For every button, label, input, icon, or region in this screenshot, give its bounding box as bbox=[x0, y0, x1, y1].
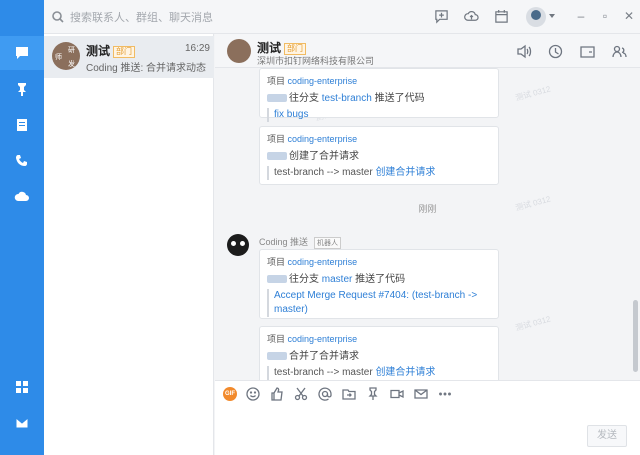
project-line: 项目 coding-enterprise bbox=[267, 334, 358, 344]
input-area: GIF 发送 bbox=[215, 380, 640, 455]
conversation-list: 研 师 发 测试 部门 16:29 Coding 推送: 合并请求动态 bbox=[44, 34, 214, 455]
group-avatar: 研 师 发 bbox=[52, 42, 80, 70]
project-link[interactable]: coding-enterprise bbox=[288, 334, 358, 344]
conversation-preview: Coding 推送: 合并请求动态 bbox=[86, 63, 207, 74]
chat-icon[interactable] bbox=[0, 36, 44, 70]
time-separator: 刚刚 bbox=[418, 204, 437, 214]
scissors-icon[interactable] bbox=[294, 387, 308, 401]
message-card: 项目 coding-enterprise 往分支 master 推送了代码 Ac… bbox=[259, 249, 499, 319]
merge-request-link[interactable]: 创建合并请求 bbox=[375, 367, 435, 378]
message-area: 测试 0312 测试 0312 测试 0312 测试 0312 项目 codin… bbox=[215, 68, 640, 380]
folder-icon[interactable] bbox=[342, 387, 356, 401]
upload-cloud-icon[interactable] bbox=[464, 9, 480, 25]
message-card: 项目 coding-enterprise 往分支 test-branch 推送了… bbox=[259, 68, 499, 122]
action-line: 合并了合并请求 bbox=[267, 347, 491, 362]
action-line: 往分支 test-branch 推送了代码 bbox=[267, 89, 491, 104]
history-icon[interactable] bbox=[547, 43, 564, 60]
maximize-icon[interactable]: ▫ bbox=[598, 9, 612, 23]
watermark: 测试 0312 bbox=[514, 314, 552, 333]
project-link[interactable]: coding-enterprise bbox=[288, 134, 358, 144]
watermark: 测试 0312 bbox=[514, 84, 552, 103]
conversation-item[interactable]: 研 师 发 测试 部门 16:29 Coding 推送: 合并请求动态 bbox=[44, 36, 214, 78]
commit-link[interactable]: Accept Merge Request #7404: (test-branch… bbox=[274, 290, 477, 315]
pin-icon[interactable] bbox=[0, 72, 44, 106]
project-line: 项目 coding-enterprise bbox=[267, 76, 358, 86]
like-icon[interactable] bbox=[270, 387, 284, 401]
project-line: 项目 coding-enterprise bbox=[267, 257, 358, 267]
pin-message-icon[interactable] bbox=[366, 387, 380, 401]
search-placeholder: 搜索联系人、群组、聊天消息 bbox=[70, 12, 213, 24]
bot-tag: 机器人 bbox=[314, 237, 342, 249]
video-icon[interactable] bbox=[390, 387, 404, 401]
calendar-icon[interactable] bbox=[494, 9, 510, 25]
phone-icon[interactable] bbox=[0, 144, 44, 178]
apps-icon[interactable] bbox=[0, 370, 44, 404]
add-chat-icon[interactable] bbox=[434, 9, 450, 25]
search-input[interactable]: 搜索联系人、群组、聊天消息 bbox=[52, 8, 262, 26]
message-card: 项目 coding-enterprise 合并了合并请求 test-branch… bbox=[259, 326, 499, 380]
action-line: 往分支 master 推送了代码 bbox=[267, 270, 491, 285]
members-icon[interactable] bbox=[611, 43, 628, 60]
gif-icon[interactable]: GIF bbox=[223, 387, 237, 401]
conversation-name: 测试 部门 bbox=[86, 42, 136, 59]
merge-request-link[interactable]: 创建合并请求 bbox=[375, 167, 435, 178]
emoji-icon[interactable] bbox=[246, 387, 260, 401]
close-icon[interactable]: ✕ bbox=[622, 9, 636, 23]
search-icon bbox=[52, 11, 64, 23]
chat-header: 测试 部门 深圳市扣钉网络科技有限公司 bbox=[215, 34, 640, 68]
conversation-time: 16:29 bbox=[184, 43, 210, 54]
scrollbar[interactable] bbox=[633, 300, 638, 372]
blurred-username bbox=[267, 94, 287, 102]
branch-link[interactable]: master bbox=[322, 274, 353, 285]
notes-icon[interactable] bbox=[0, 108, 44, 142]
mention-icon[interactable] bbox=[318, 387, 332, 401]
minimize-icon[interactable]: – bbox=[574, 9, 588, 23]
send-button[interactable]: 发送 bbox=[587, 425, 627, 447]
commit-quote: Accept Merge Request #7404: (test-branch… bbox=[267, 289, 491, 317]
branch-link[interactable]: test-branch bbox=[322, 93, 372, 104]
project-line: 项目 coding-enterprise bbox=[267, 134, 358, 144]
merge-quote: test-branch --> master 创建合并请求 bbox=[267, 366, 491, 380]
email-icon[interactable] bbox=[414, 387, 428, 401]
user-avatar[interactable] bbox=[526, 7, 546, 27]
left-rail bbox=[0, 0, 44, 455]
blurred-username bbox=[267, 152, 287, 160]
more-icon[interactable] bbox=[438, 387, 452, 401]
commit-quote: fix bugs bbox=[267, 108, 491, 122]
cloud-icon[interactable] bbox=[0, 180, 44, 214]
bot-avatar[interactable] bbox=[227, 234, 249, 256]
top-bar: 搜索联系人、群组、聊天消息 – ▫ ✕ bbox=[44, 0, 640, 34]
blurred-username bbox=[267, 352, 287, 360]
project-link[interactable]: coding-enterprise bbox=[288, 76, 358, 86]
message-card: 项目 coding-enterprise 创建了合并请求 test-branch… bbox=[259, 126, 499, 185]
merge-quote: test-branch --> master 创建合并请求 bbox=[267, 166, 491, 180]
chat-subtitle: 深圳市扣钉网络科技有限公司 bbox=[257, 56, 375, 66]
department-tag: 部门 bbox=[113, 46, 136, 58]
blurred-username bbox=[267, 275, 287, 283]
sender-name: Coding 推送 机器人 bbox=[259, 235, 342, 249]
speaker-icon[interactable] bbox=[515, 43, 532, 60]
chevron-down-icon[interactable] bbox=[549, 14, 555, 18]
action-line: 创建了合并请求 bbox=[267, 147, 491, 162]
mail-icon[interactable] bbox=[0, 406, 44, 440]
chat-avatar bbox=[227, 39, 251, 63]
commit-link[interactable]: fix bugs bbox=[274, 109, 308, 120]
file-icon[interactable] bbox=[579, 43, 596, 60]
project-link[interactable]: coding-enterprise bbox=[288, 257, 358, 267]
